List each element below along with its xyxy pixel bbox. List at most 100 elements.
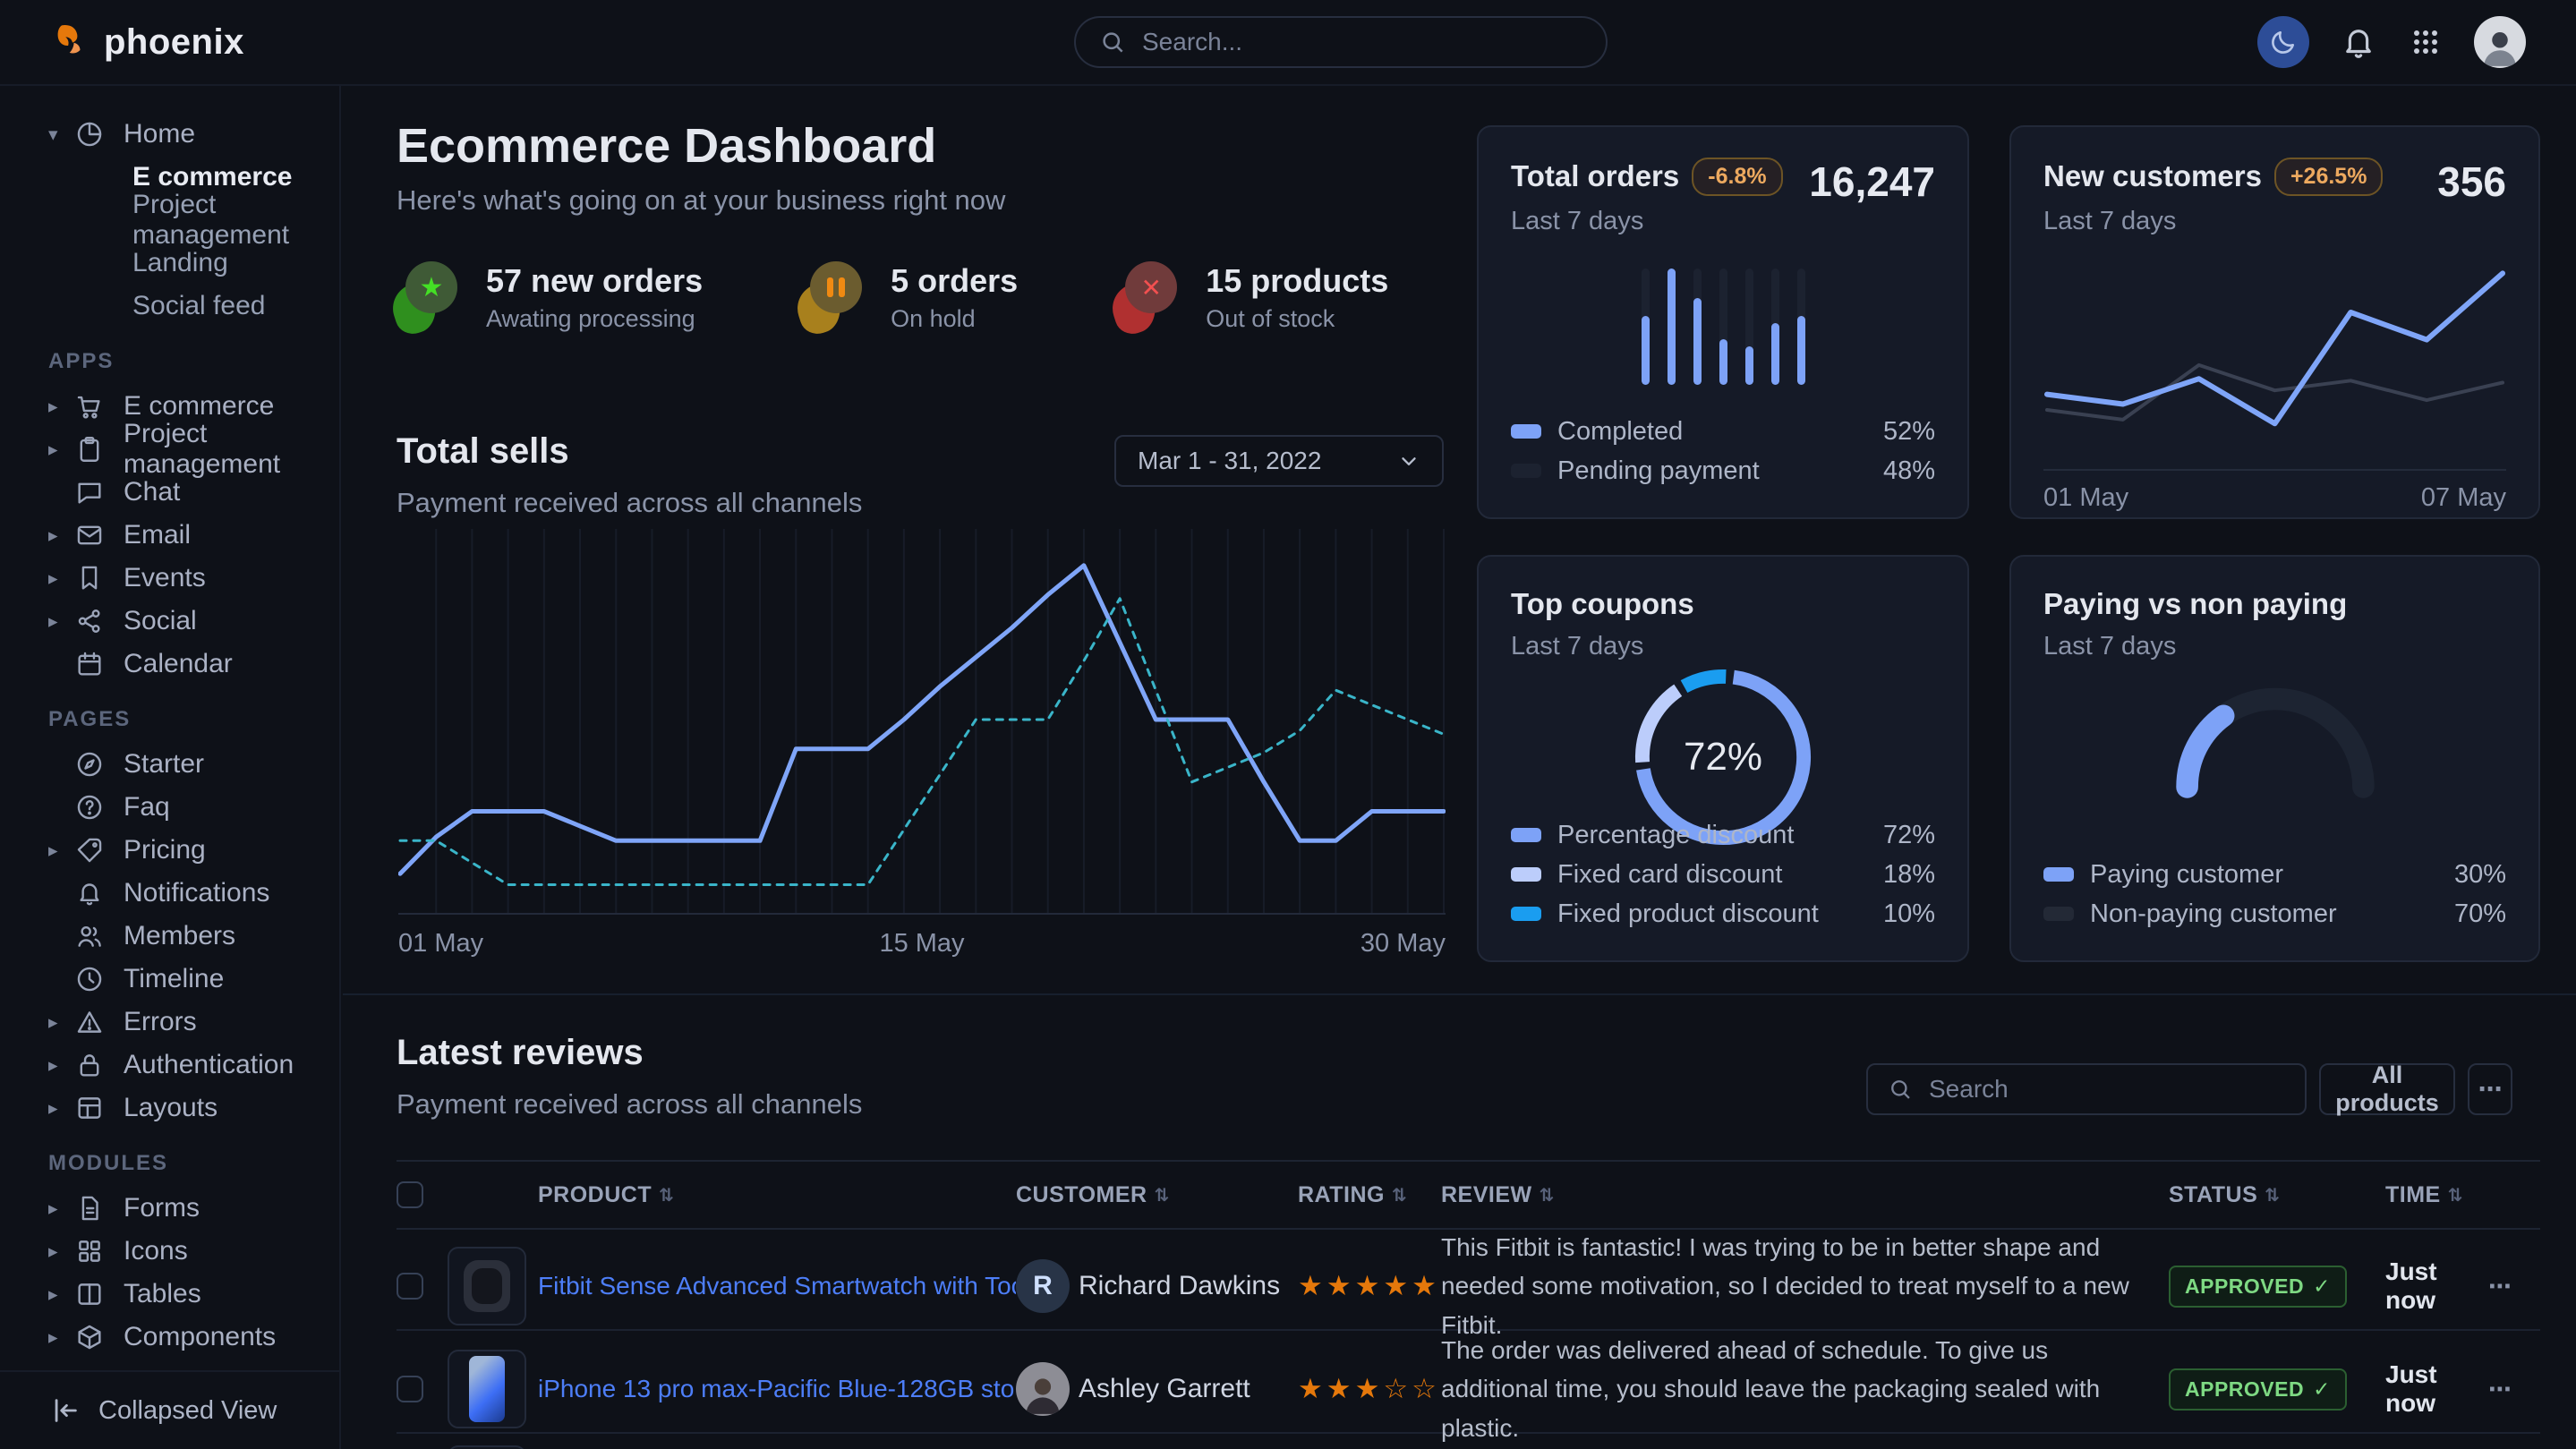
user-avatar[interactable] — [2474, 16, 2526, 68]
axis-label: 01 May — [2043, 483, 2128, 513]
product-thumbnail[interactable] — [448, 1350, 526, 1428]
date-range-value: Mar 1 - 31, 2022 — [1138, 447, 1385, 475]
sidebar-item-label: Notifications — [124, 878, 269, 908]
sidebar-item-authentication[interactable]: ▸ Authentication — [0, 1044, 339, 1087]
theme-toggle-button[interactable] — [2257, 16, 2309, 68]
sidebar-item-label: Home — [124, 119, 195, 149]
column-header-product[interactable]: PRODUCT⇅ — [538, 1182, 1016, 1208]
status-badge: APPROVED✓ — [2169, 1266, 2347, 1308]
column-header-time[interactable]: TIME⇅ — [2385, 1182, 2488, 1208]
date-range-select[interactable]: Mar 1 - 31, 2022 — [1114, 435, 1444, 487]
column-header-status[interactable]: STATUS⇅ — [2169, 1182, 2385, 1208]
star-icon: ★ — [420, 272, 444, 303]
sidebar-item-tables[interactable]: ▸ Tables — [0, 1273, 339, 1316]
change-badge: -6.8% — [1692, 158, 1782, 196]
sidebar-item-errors[interactable]: ▸ Errors — [0, 1001, 339, 1044]
sidebar-item-home[interactable]: ▾ Home — [0, 113, 339, 156]
product-link[interactable]: iPhone 13 pro max-Pacific Blue-128GB sto… — [538, 1375, 1016, 1403]
file-icon — [73, 1192, 106, 1224]
sidebar-item-components[interactable]: ▸ Components — [0, 1316, 339, 1359]
grid4-icon — [73, 1235, 106, 1267]
mail-icon — [73, 519, 106, 551]
product-link[interactable]: Fitbit Sense Advanced Smartwatch with To… — [538, 1272, 1016, 1300]
card-period: Last 7 days — [1511, 632, 1935, 661]
reviews-search[interactable] — [1866, 1063, 2307, 1115]
column-header-customer[interactable]: CUSTOMER⇅ — [1016, 1182, 1298, 1208]
reviews-search-input[interactable] — [1927, 1074, 2285, 1104]
axis-label: 15 May — [879, 929, 964, 959]
sidebar-item-label: Members — [124, 921, 235, 951]
main-content: Ecommerce Dashboard Here's what's going … — [343, 86, 2576, 1449]
row-checkbox[interactable] — [397, 1376, 423, 1402]
sidebar-item-faq[interactable]: ▸ Faq — [0, 786, 339, 829]
legend-swatch — [1511, 464, 1541, 478]
status-label: APPROVED — [2185, 1274, 2304, 1299]
sidebar-item-icons[interactable]: ▸ Icons — [0, 1230, 339, 1273]
notifications-button[interactable] — [2340, 23, 2377, 61]
column-label: CUSTOMER — [1016, 1182, 1147, 1208]
review-text: The order was delivered ahead of schedul… — [1441, 1331, 2169, 1447]
caret-right-icon: ▸ — [48, 1097, 73, 1120]
sort-icon: ⇅ — [1540, 1184, 1555, 1206]
sidebar-item-timeline[interactable]: ▸ Timeline — [0, 958, 339, 1001]
search-icon — [1888, 1077, 1913, 1102]
stats-row: ★ 57 new ordersAwating processing 5 orde… — [397, 261, 1388, 333]
page-title: Ecommerce Dashboard — [397, 118, 936, 174]
sidebar-item-social-feed[interactable]: Social feed — [0, 285, 339, 328]
column-header-rating[interactable]: RATING⇅ — [1298, 1182, 1441, 1208]
sidebar-item-social[interactable]: ▸ Social — [0, 600, 339, 643]
sidebar-item-layouts[interactable]: ▸ Layouts — [0, 1087, 339, 1129]
phoenix-logo[interactable]: phoenix — [50, 21, 244, 63]
sidebar-item-starter[interactable]: ▸ Starter — [0, 743, 339, 786]
legend-value: 18% — [1883, 860, 1935, 890]
sidebar-item-events[interactable]: ▸ Events — [0, 557, 339, 600]
caret-right-icon: ▸ — [48, 840, 73, 862]
collapse-icon — [50, 1395, 81, 1426]
all-products-button[interactable]: All products — [2319, 1063, 2455, 1115]
reviews-subtitle: Payment received across all channels — [397, 1088, 862, 1121]
row-menu-icon[interactable]: ⋯ — [2488, 1273, 2524, 1300]
table-row: Fitbit Sense Advanced Smartwatch with To… — [397, 1228, 2540, 1331]
sort-icon: ⇅ — [2265, 1184, 2280, 1206]
total-orders-card: Total orders-6.8% Last 7 days 16,247 Com… — [1477, 125, 1969, 519]
sidebar-item-label: Calendar — [124, 649, 233, 679]
legend-label: Percentage discount — [1557, 821, 1883, 850]
users-icon — [73, 920, 106, 952]
sidebar-item-project-management[interactable]: ▸ Project management — [0, 428, 339, 471]
global-search-input[interactable] — [1140, 27, 1582, 57]
total-orders-value: 16,247 — [1809, 158, 1935, 206]
sidebar-item-forms[interactable]: ▸ Forms — [0, 1187, 339, 1230]
compass-icon — [73, 748, 106, 780]
sidebar-item-pricing[interactable]: ▸ Pricing — [0, 829, 339, 872]
sidebar-item-notifications[interactable]: ▸ Notifications — [0, 872, 339, 915]
orders-bar-chart — [1479, 268, 1967, 385]
column-header-review[interactable]: REVIEW⇅ — [1441, 1182, 2169, 1208]
table-row: iPhone 13 pro max-Pacific Blue-128GB sto… — [397, 1331, 2540, 1434]
sidebar-item-calendar[interactable]: ▸ Calendar — [0, 643, 339, 686]
orders-legend: Completed 52% Pending payment 48% — [1511, 412, 1935, 490]
collapse-sidebar-button[interactable]: Collapsed View — [0, 1370, 339, 1449]
product-thumbnail[interactable] — [448, 1247, 526, 1325]
sidebar-item-label: Events — [124, 563, 206, 593]
sidebar-section-label: MODULES — [48, 1151, 339, 1176]
row-menu-icon[interactable]: ⋯ — [2488, 1376, 2524, 1403]
caret-right-icon: ▸ — [48, 1283, 73, 1306]
row-checkbox[interactable] — [397, 1273, 423, 1300]
layout-icon — [73, 1092, 106, 1124]
legend-row: Percentage discount 72% — [1511, 815, 1935, 855]
reviews-more-button[interactable]: ⋯ — [2468, 1063, 2512, 1115]
collapse-label: Collapsed View — [98, 1396, 277, 1426]
global-search[interactable] — [1074, 16, 1608, 68]
apps-menu-button[interactable] — [2408, 24, 2444, 60]
sidebar-item-email[interactable]: ▸ Email — [0, 514, 339, 557]
sidebar-item-project-management[interactable]: Project management — [0, 199, 339, 242]
card-period: Last 7 days — [1511, 207, 1809, 236]
sidebar-item-members[interactable]: ▸ Members — [0, 915, 339, 958]
topbar: phoenix — [0, 0, 2576, 86]
select-all-checkbox[interactable] — [397, 1181, 423, 1208]
legend-row: Fixed card discount 18% — [1511, 855, 1935, 894]
legend-row: Fixed product discount 10% — [1511, 894, 1935, 933]
new-customers-card: New customers+26.5% Last 7 days 356 01 M… — [2009, 125, 2540, 519]
column-label: RATING — [1298, 1182, 1385, 1208]
product-thumbnail[interactable] — [448, 1445, 526, 1449]
